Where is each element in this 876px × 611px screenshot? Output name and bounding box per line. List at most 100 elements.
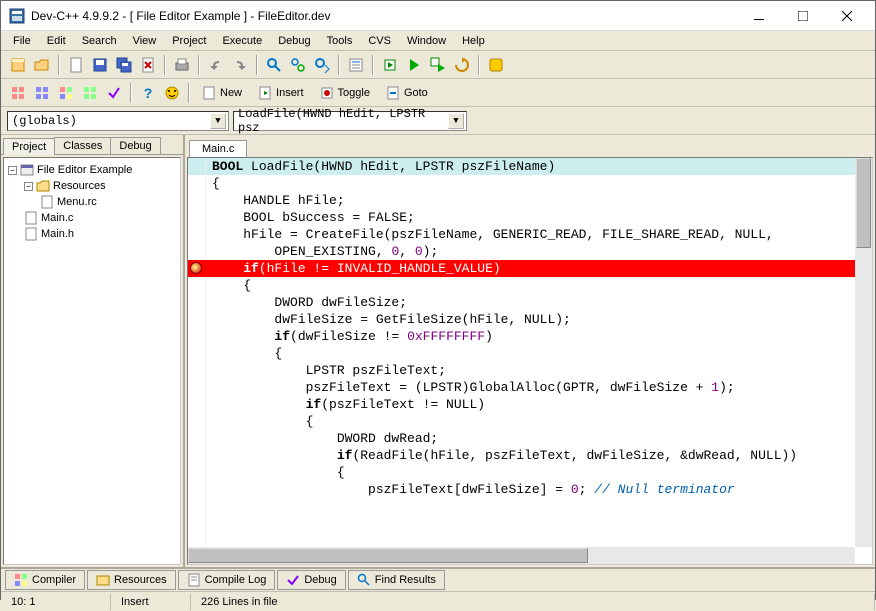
help-button[interactable]: ? [137,82,159,104]
replace-button[interactable] [287,54,309,76]
tab-compiler[interactable]: Compiler [5,570,85,590]
tree-root-label: File Editor Example [37,164,132,176]
toggle-button[interactable]: Toggle [313,82,377,104]
scope-value: (globals) [12,114,210,128]
tree-folder[interactable]: − Resources [24,178,176,194]
breakpoint-icon[interactable] [190,262,202,274]
code-line[interactable]: BOOL bSuccess = FALSE; [188,209,872,226]
code-line[interactable]: DWORD dwRead; [188,430,872,447]
editor-tab[interactable]: Main.c [189,140,247,157]
scroll-thumb[interactable] [188,548,588,563]
tab-resources[interactable]: Resources [87,570,176,590]
undo-button[interactable] [205,54,227,76]
grid3-button[interactable] [55,82,77,104]
scroll-thumb[interactable] [856,158,871,248]
code-line[interactable]: if(ReadFile(hFile, pszFileText, dwFileSi… [188,447,872,464]
menu-cvs[interactable]: CVS [360,33,399,49]
menu-help[interactable]: Help [454,33,493,49]
code-line[interactable]: { [188,345,872,362]
menu-search[interactable]: Search [74,33,125,49]
code-line[interactable]: OPEN_EXISTING, 0, 0); [188,243,872,260]
code-line[interactable]: hFile = CreateFile(pszFileName, GENERIC_… [188,226,872,243]
new-source-button[interactable]: New [195,82,249,104]
goto-line-button[interactable] [345,54,367,76]
menu-execute[interactable]: Execute [214,33,270,49]
code-line[interactable]: BOOL LoadFile(HWND hEdit, LPSTR pszFileN… [188,158,872,175]
dropdown-icon[interactable]: ▼ [448,113,464,129]
code-line[interactable]: DWORD dwFileSize; [188,294,872,311]
tree-file[interactable]: Main.c [24,210,176,226]
menu-view[interactable]: View [125,33,165,49]
grid1-button[interactable] [7,82,29,104]
grid4-button[interactable] [79,82,101,104]
collapse-icon[interactable]: − [24,182,33,191]
code-line[interactable]: { [188,277,872,294]
open-project-button[interactable] [31,54,53,76]
debug-button[interactable] [485,54,507,76]
menu-debug[interactable]: Debug [270,33,318,49]
code-line[interactable]: { [188,413,872,430]
function-combo[interactable]: LoadFile(HWND hEdit, LPSTR psz ▼ [233,111,467,131]
save-button[interactable] [89,54,111,76]
grid2-button[interactable] [31,82,53,104]
close-file-button[interactable] [137,54,159,76]
tab-find-results[interactable]: Find Results [348,570,445,590]
tab-label: Compiler [32,574,76,586]
insert-button[interactable]: Insert [251,82,311,104]
menu-file[interactable]: File [5,33,39,49]
menu-window[interactable]: Window [399,33,454,49]
goto-button[interactable]: Goto [379,82,435,104]
code-line[interactable]: if(pszFileText != NULL) [188,396,872,413]
check-button[interactable] [103,82,125,104]
tab-debug-bottom[interactable]: Debug [277,570,345,590]
save-all-button[interactable] [113,54,135,76]
code-line-breakpoint[interactable]: if(hFile != INVALID_HANDLE_VALUE) [188,260,872,277]
function-value: LoadFile(HWND hEdit, LPSTR psz [238,107,448,135]
run-button[interactable] [403,54,425,76]
code-line[interactable]: pszFileText[dwFileSize] = 0; // Null ter… [188,481,872,498]
tab-classes[interactable]: Classes [54,137,111,154]
new-file-button[interactable] [65,54,87,76]
redo-button[interactable] [229,54,251,76]
compile-run-button[interactable] [427,54,449,76]
print-button[interactable] [171,54,193,76]
new-project-button[interactable] [7,54,29,76]
project-tree[interactable]: − File Editor Example − Resources Menu.r… [3,157,181,565]
maximize-button[interactable] [781,2,825,30]
separator [338,55,340,75]
close-button[interactable] [825,2,869,30]
log-icon [187,573,201,587]
menu-edit[interactable]: Edit [39,33,74,49]
dropdown-icon[interactable]: ▼ [210,113,226,129]
minimize-button[interactable] [737,2,781,30]
code-line[interactable]: pszFileText = (LPSTR)GlobalAlloc(GPTR, d… [188,379,872,396]
status-bar: 10: 1 Insert 226 Lines in file [1,591,875,611]
collapse-icon[interactable]: − [8,166,17,175]
tab-label: Find Results [375,574,436,586]
code-line[interactable]: LPSTR pszFileText; [188,362,872,379]
tree-file[interactable]: Menu.rc [40,194,176,210]
horizontal-scrollbar[interactable] [188,547,855,564]
about-button[interactable] [161,82,183,104]
left-panel: Project Classes Debug − File Editor Exam… [1,135,185,567]
code-line[interactable]: { [188,175,872,192]
tree-root[interactable]: − File Editor Example [8,162,176,178]
tab-debug[interactable]: Debug [110,137,160,154]
code-line[interactable]: { [188,464,872,481]
menu-tools[interactable]: Tools [319,33,361,49]
find-next-button[interactable] [311,54,333,76]
tab-project[interactable]: Project [3,138,55,155]
compile-button[interactable] [379,54,401,76]
menu-project[interactable]: Project [164,33,214,49]
code-line[interactable]: if(dwFileSize != 0xFFFFFFFF) [188,328,872,345]
code-line[interactable]: dwFileSize = GetFileSize(hFile, NULL); [188,311,872,328]
code-line[interactable]: HANDLE hFile; [188,192,872,209]
rebuild-button[interactable] [451,54,473,76]
scope-combo[interactable]: (globals) ▼ [7,111,229,131]
tree-file-label: Main.h [41,228,74,240]
code-editor[interactable]: BOOL LoadFile(HWND hEdit, LPSTR pszFileN… [187,157,873,565]
find-button[interactable] [263,54,285,76]
tree-file[interactable]: Main.h [24,226,176,242]
vertical-scrollbar[interactable] [855,158,872,547]
tab-compile-log[interactable]: Compile Log [178,570,276,590]
